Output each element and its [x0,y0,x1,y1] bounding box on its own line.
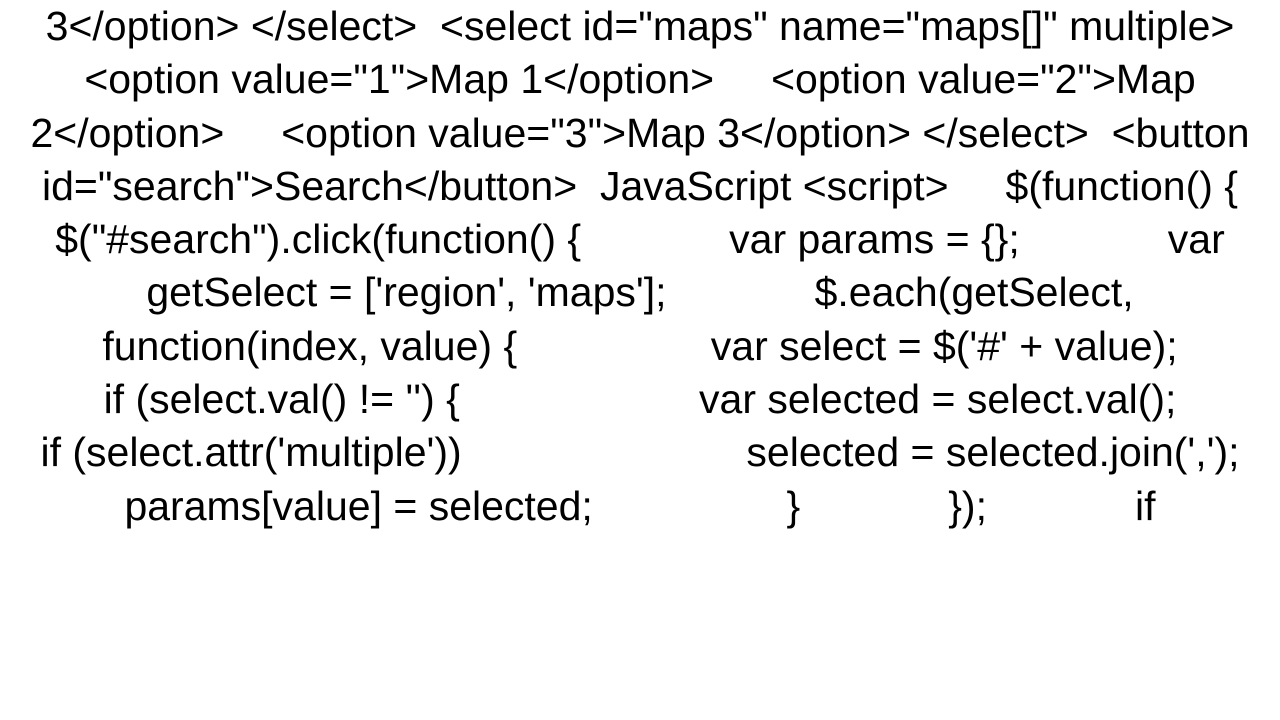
code-snippet-text: 3</option> </select> <select id="maps" n… [0,0,1280,533]
